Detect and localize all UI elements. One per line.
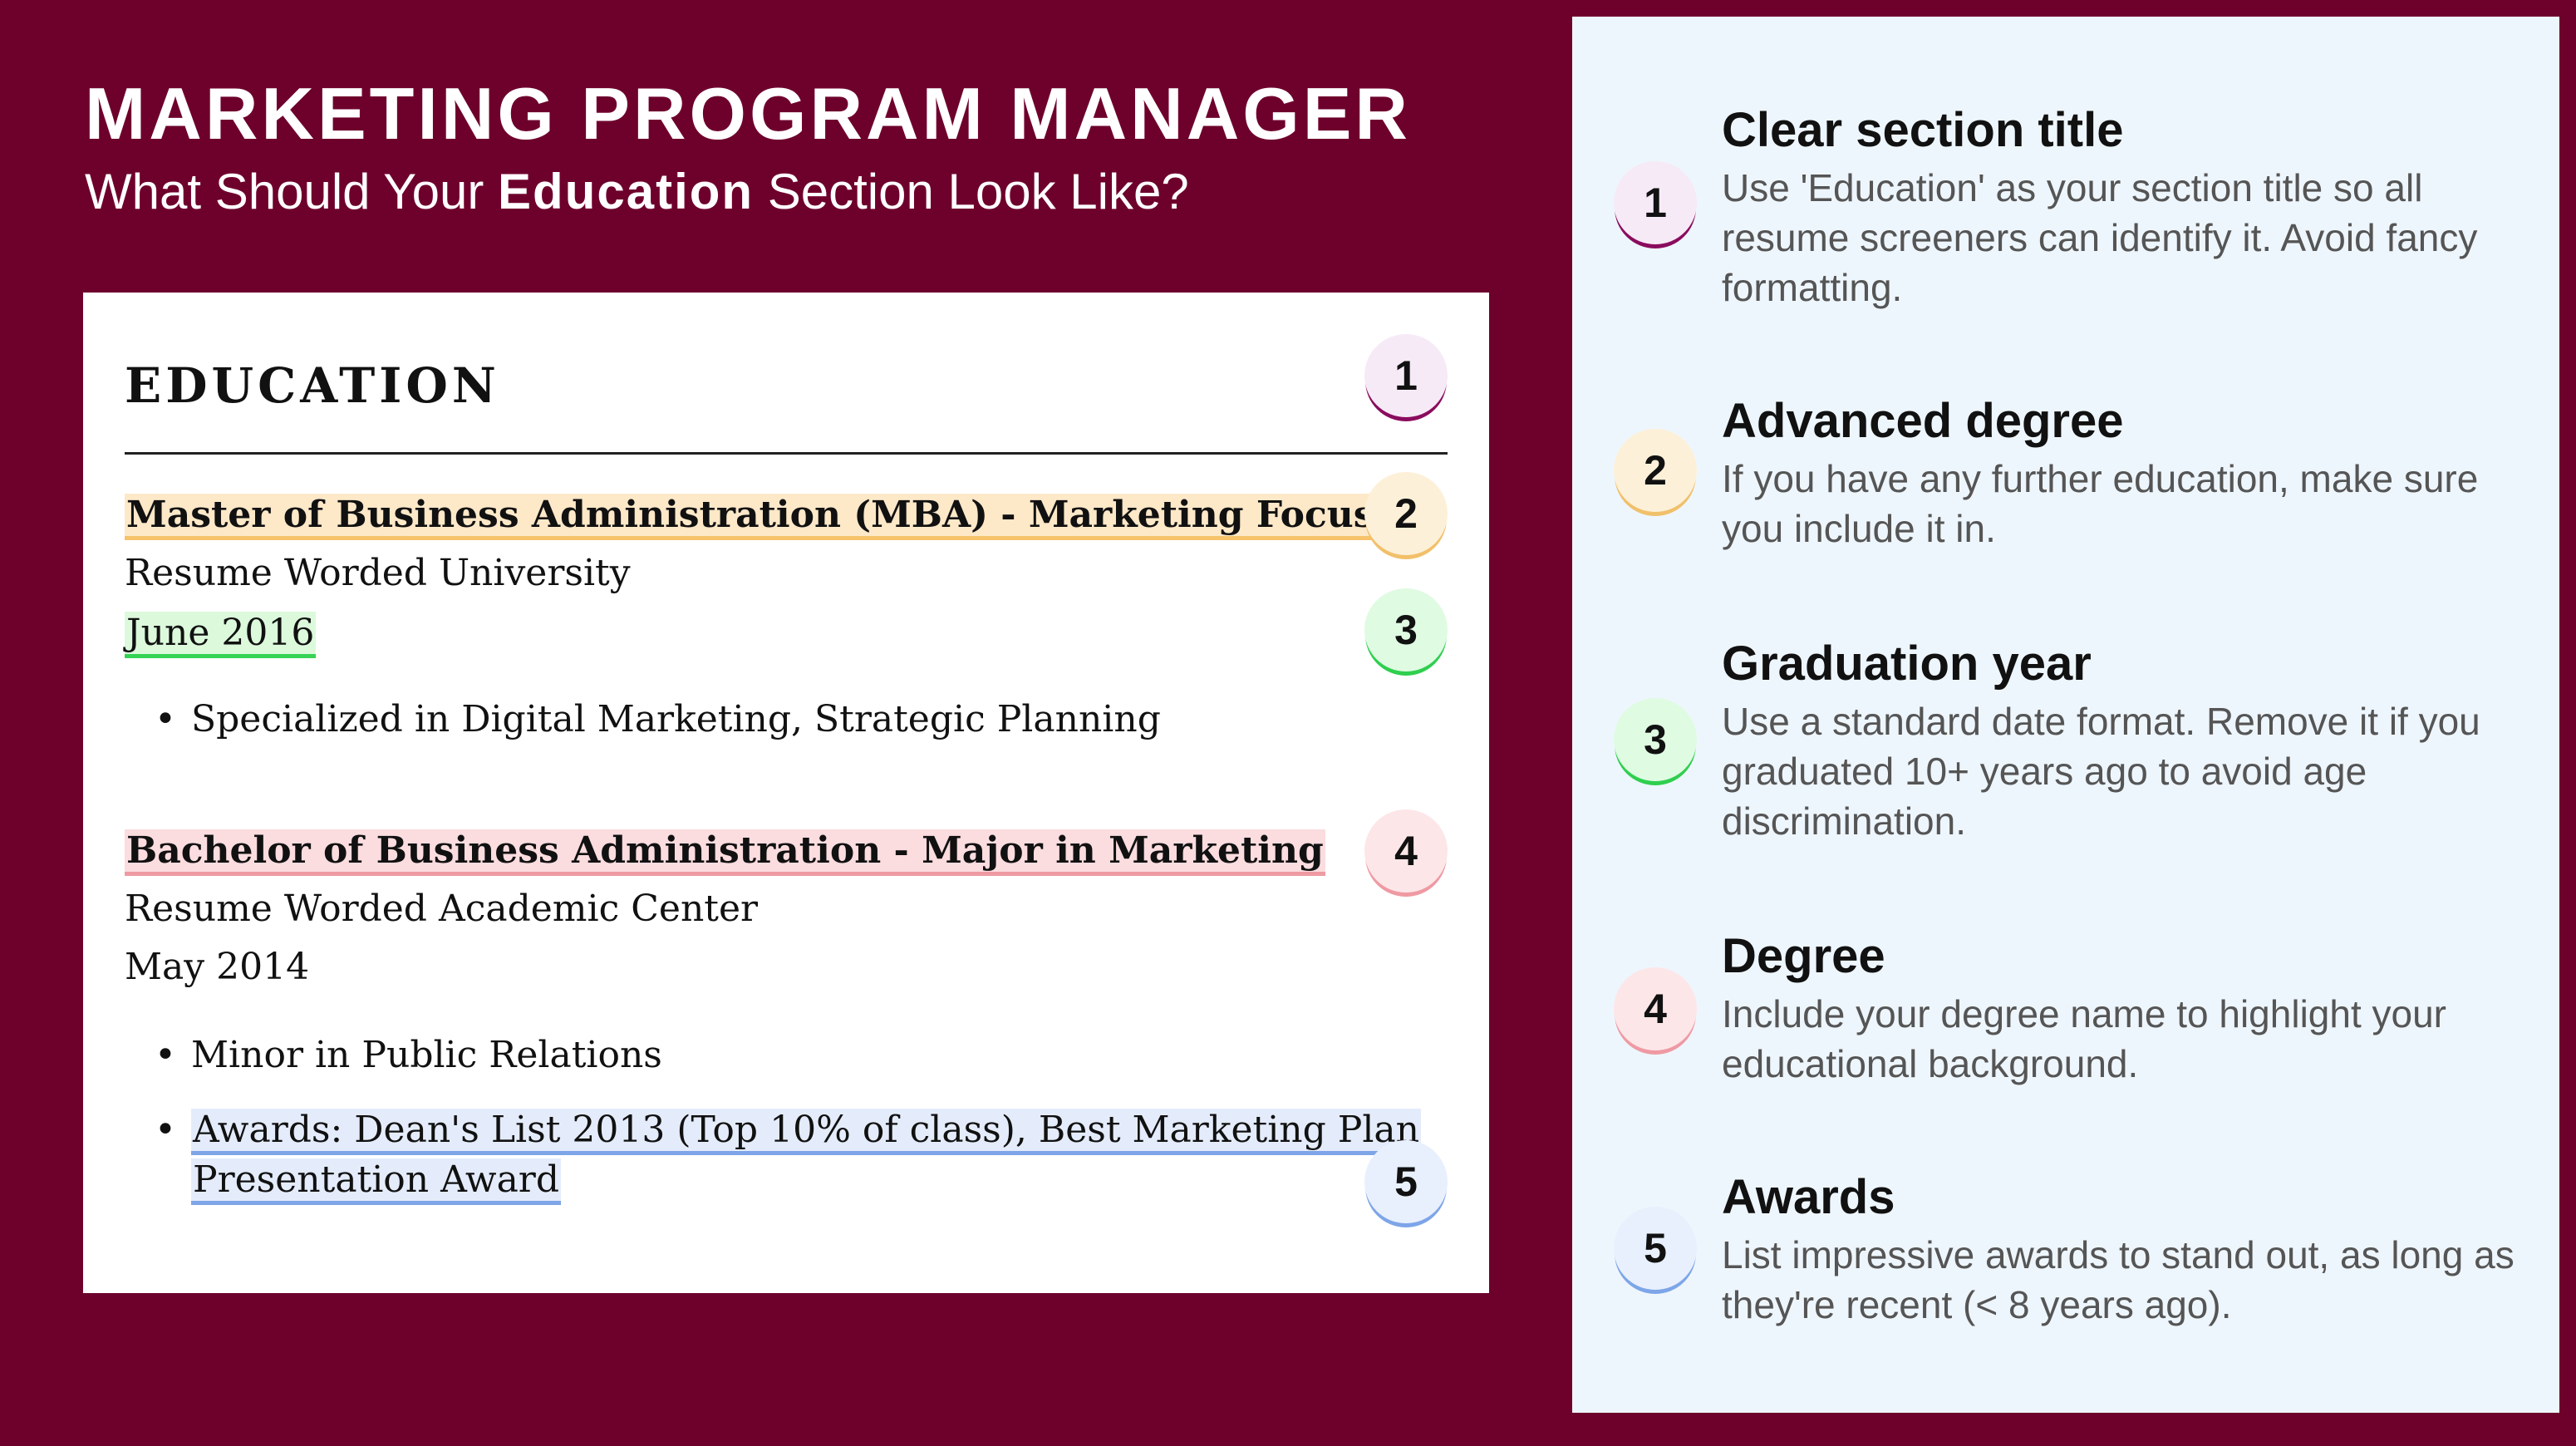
subtitle-pre: What Should Your — [85, 164, 499, 219]
badge-3: 3 — [1364, 588, 1448, 671]
subtitle-post: Section Look Like? — [754, 164, 1189, 219]
tip-item: Graduation year Use a standard date form… — [1722, 635, 2528, 846]
left-panel: MARKETING PROGRAM MANAGER What Should Yo… — [0, 0, 1572, 1446]
tip-badge-5: 5 — [1614, 1207, 1697, 1290]
tip-badge-3: 3 — [1614, 698, 1697, 781]
graduation-date: June 2016 — [125, 612, 317, 658]
bullet-text: Specialized in Digital Marketing, Strate… — [191, 698, 1161, 740]
education-heading: EDUCATION — [125, 357, 500, 414]
badge-5: 5 — [1364, 1140, 1448, 1223]
tip-description: List impressive awards to stand out, as … — [1722, 1233, 2515, 1326]
page-title: MARKETING PROGRAM MANAGER — [85, 72, 1411, 155]
bachelor-degree: Bachelor of Business Administration - Ma… — [125, 829, 1325, 876]
tip-item: Clear section title Use 'Education' as y… — [1722, 101, 2528, 312]
tip-item: Awards List impressive awards to stand o… — [1722, 1168, 2528, 1330]
tip-badge-4: 4 — [1614, 967, 1697, 1050]
badge-4: 4 — [1364, 809, 1448, 893]
mba-degree: Master of Business Administration (MBA) … — [125, 494, 1376, 540]
tip-title: Advanced degree — [1722, 394, 2124, 448]
tip-description: If you have any further education, make … — [1722, 457, 2479, 550]
awards-line-2: Presentation Award — [191, 1158, 562, 1205]
school-name: Resume Worded University — [125, 552, 631, 594]
resume-card: EDUCATION Master of Business Administrat… — [83, 293, 1489, 1293]
tip-badge-2: 2 — [1614, 429, 1697, 512]
tip-description: Use a standard date format. Remove it if… — [1722, 700, 2480, 843]
tip-item: Advanced degree If you have any further … — [1722, 392, 2528, 553]
tip-title: Graduation year — [1722, 637, 2092, 691]
subtitle-bold: Education — [498, 164, 755, 219]
tip-description: Include your degree name to highlight yo… — [1722, 992, 2447, 1085]
badge-1: 1 — [1364, 334, 1448, 417]
tip-title: Degree — [1722, 929, 1885, 983]
date-line: June 2016 — [125, 608, 317, 658]
list-item: • Minor in Public Relations — [155, 1030, 662, 1080]
graduation-date: May 2014 — [125, 946, 310, 988]
bullet-icon: • — [155, 1034, 176, 1076]
school-name: Resume Worded Academic Center — [125, 888, 759, 930]
degree-line: Bachelor of Business Administration - Ma… — [125, 826, 1325, 876]
tip-item: Degree Include your degree name to highl… — [1722, 927, 2528, 1089]
tip-description: Use 'Education' as your section title so… — [1722, 166, 2478, 309]
bullet-text: Minor in Public Relations — [191, 1034, 662, 1076]
page-subtitle: What Should Your Education Section Look … — [85, 163, 1189, 220]
tip-title: Awards — [1722, 1170, 1895, 1224]
bullet-icon: • — [155, 698, 176, 740]
list-item: • Specialized in Digital Marketing, Stra… — [155, 695, 1161, 745]
list-item: • Awards: Dean's List 2013 (Top 10% of c… — [155, 1105, 1421, 1205]
badge-2: 2 — [1364, 472, 1448, 555]
tip-title: Clear section title — [1722, 103, 2124, 157]
divider — [125, 452, 1448, 455]
degree-line: Master of Business Administration (MBA) … — [125, 490, 1376, 540]
tip-badge-1: 1 — [1614, 161, 1697, 244]
awards-line-1: Awards: Dean's List 2013 (Top 10% of cla… — [191, 1109, 1421, 1155]
bullet-icon: • — [155, 1109, 176, 1151]
tips-panel: 1 Clear section title Use 'Education' as… — [1572, 17, 2559, 1413]
